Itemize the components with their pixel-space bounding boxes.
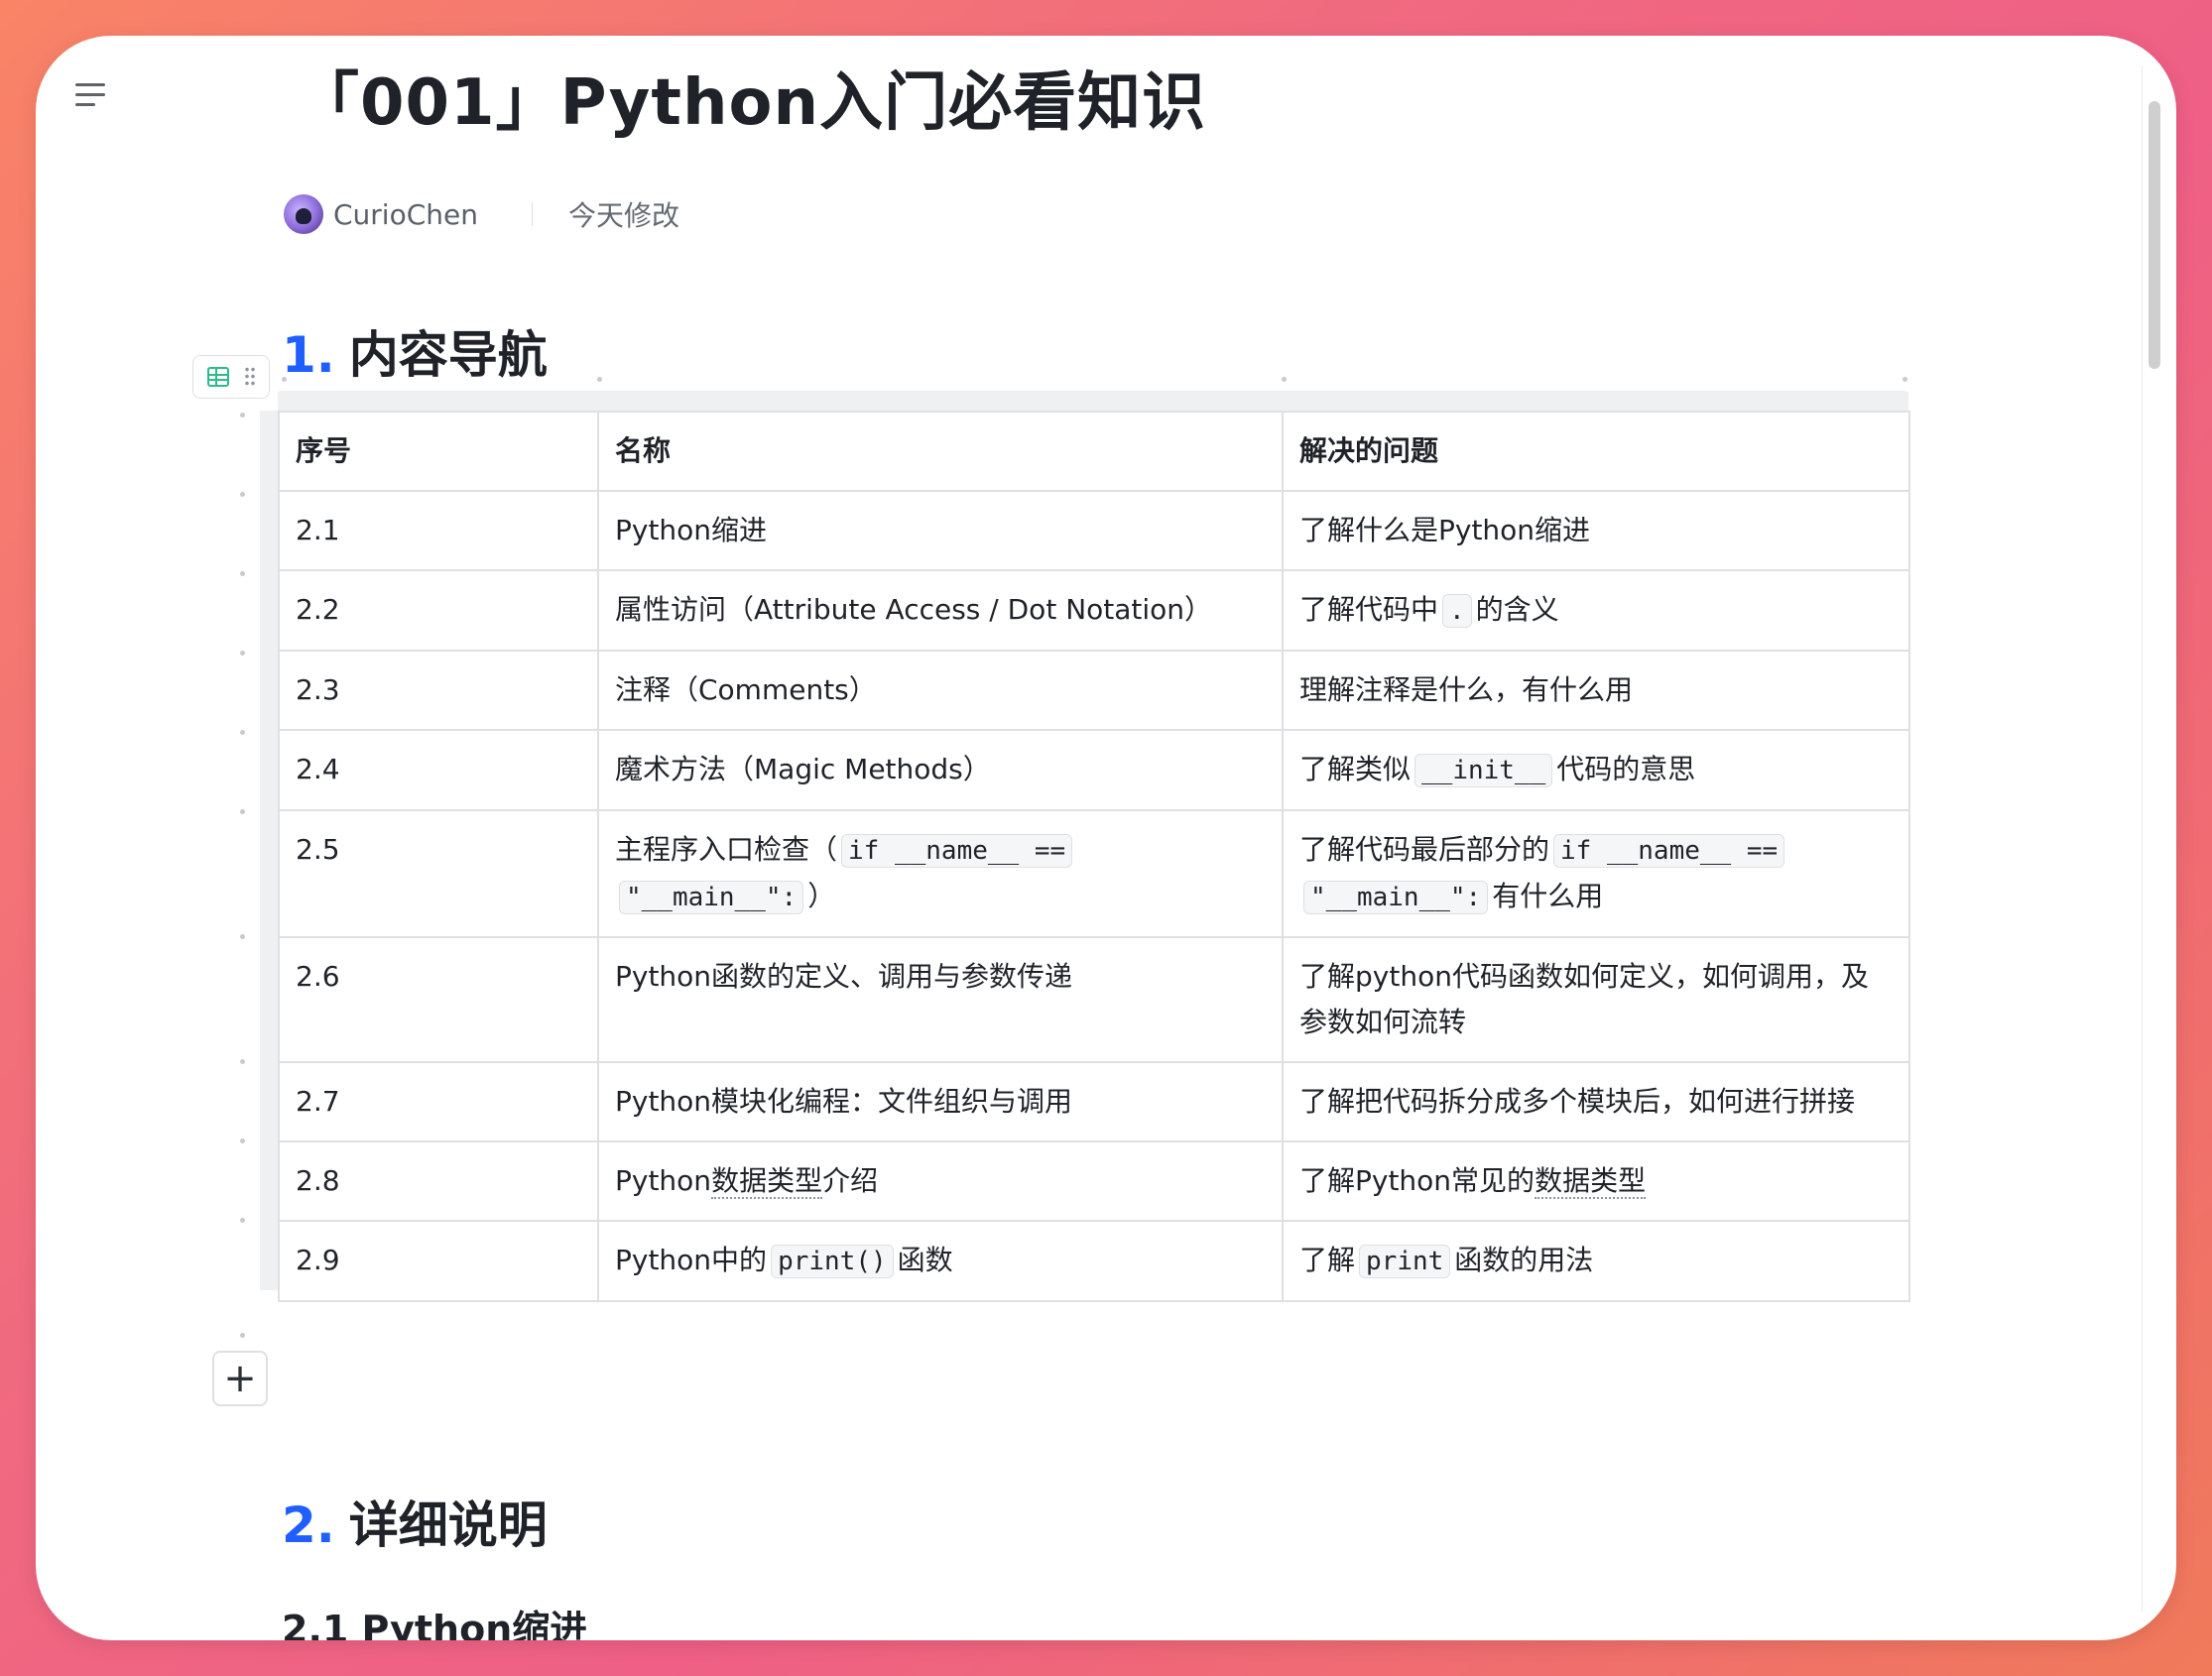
glossary-term[interactable]: 数据类型: [711, 1164, 823, 1199]
cell-problem[interactable]: 了解把代码拆分成多个模块后，如何进行拼接: [1282, 1061, 1910, 1142]
drag-handle-icon[interactable]: [243, 366, 256, 388]
inline-code: "__main__":: [1303, 881, 1489, 914]
text: Python中的: [615, 1244, 768, 1276]
section-title: 内容导航: [348, 326, 548, 384]
cell-problem[interactable]: 了解代码中. 的含义: [1282, 569, 1910, 652]
section-number: 1.: [282, 326, 335, 384]
text: 了解: [1299, 1244, 1356, 1276]
glossary-term[interactable]: 数据类型: [1535, 1164, 1647, 1199]
text: 了解Python常见的: [1299, 1164, 1536, 1197]
text: 了解代码最后部分的: [1299, 833, 1550, 866]
text: 了解类似: [1299, 753, 1412, 785]
cell-name[interactable]: Python模块化编程：文件组织与调用: [597, 1061, 1284, 1142]
table-header-row: 序号 名称 解决的问题: [278, 411, 1910, 492]
cell-problem[interactable]: 了解代码最后部分的 if __name__ == "__main__": 有什么用: [1282, 809, 1910, 938]
inline-code: print(): [771, 1245, 894, 1278]
table-block-handle[interactable]: [192, 355, 270, 399]
text: 函数: [897, 1244, 953, 1276]
inline-code: if __name__ ==: [841, 834, 1073, 868]
cell-id[interactable]: 2.2: [278, 569, 599, 652]
meta-divider: [532, 202, 533, 226]
header-cell-name[interactable]: 名称: [597, 411, 1284, 492]
cell-problem[interactable]: 了解类似 __init__ 代码的意思: [1282, 729, 1910, 811]
cell-id[interactable]: 2.5: [278, 809, 599, 938]
cell-problem[interactable]: 了解什么是Python缩进: [1282, 490, 1910, 571]
cell-problem[interactable]: 理解注释是什么，有什么用: [1282, 650, 1910, 731]
inline-code: print: [1359, 1245, 1451, 1278]
table-row: 2.7 Python模块化编程：文件组织与调用 了解把代码拆分成多个模块后，如何…: [278, 1061, 1910, 1142]
cell-problem[interactable]: 了解Python常见的数据类型: [1282, 1140, 1910, 1222]
section-heading-2[interactable]: 2. 详细说明: [282, 1486, 548, 1557]
cell-id[interactable]: 2.9: [278, 1220, 599, 1302]
inline-code: .: [1442, 594, 1472, 628]
inline-code: __init__: [1414, 754, 1553, 787]
menu-icon[interactable]: [71, 75, 111, 115]
add-block-button[interactable]: +: [212, 1351, 268, 1406]
inline-code: "__main__":: [619, 881, 804, 914]
text: 有什么用: [1492, 880, 1604, 912]
table-row: 2.6 Python函数的定义、调用与参数传递 了解python代码函数如何定义…: [278, 936, 1910, 1063]
modified-time: 今天修改: [568, 199, 680, 232]
scrollbar-thumb[interactable]: [2149, 101, 2160, 369]
plus-icon: +: [223, 1356, 257, 1401]
text: 的含义: [1475, 593, 1559, 626]
text: ）: [807, 880, 836, 912]
cell-id[interactable]: 2.4: [278, 729, 599, 811]
author-name[interactable]: CurioChen: [333, 198, 478, 231]
cell-name[interactable]: 注释（Comments）: [597, 650, 1284, 731]
section-title: 详细说明: [348, 1496, 548, 1554]
text: 代码的意思: [1556, 753, 1696, 785]
cell-id[interactable]: 2.7: [278, 1061, 599, 1142]
text: 主程序入口检查（: [615, 833, 838, 866]
navigation-table: 序号 名称 解决的问题 2.1 Python缩进 了解什么是Python缩进 2…: [260, 391, 1910, 1302]
cell-problem[interactable]: 了解python代码函数如何定义，如何调用，及参数如何流转: [1282, 936, 1910, 1063]
row-resize-dots: [240, 413, 246, 1338]
table-grid-icon: [206, 367, 229, 387]
text: Python: [615, 1164, 712, 1197]
cell-name[interactable]: 属性访问（Attribute Access / Dot Notation）: [597, 569, 1284, 652]
table-row: 2.5 主程序入口检查（ if __name__ == "__main__":） 了…: [278, 809, 1910, 938]
table-row: 2.8 Python数据类型介绍 了解Python常见的数据类型: [278, 1140, 1910, 1222]
cell-name[interactable]: Python缩进: [597, 490, 1284, 571]
header-cell-problem[interactable]: 解决的问题: [1282, 411, 1910, 492]
table-row: 2.9 Python中的 print() 函数 了解 print 函数的用法: [278, 1220, 1910, 1302]
section-number: 2.: [282, 1496, 335, 1554]
text: 了解代码中: [1299, 593, 1439, 626]
table-row: 2.2 属性访问（Attribute Access / Dot Notation…: [278, 569, 1910, 652]
cell-name[interactable]: 魔术方法（Magic Methods）: [597, 729, 1284, 811]
cell-name[interactable]: Python数据类型介绍: [597, 1140, 1284, 1222]
document-window: 「001」Python入门必看知识 CurioChen 今天修改 1.内容导航: [36, 36, 2176, 1640]
text: 函数的用法: [1454, 1244, 1594, 1276]
table-row: 2.4 魔术方法（Magic Methods） 了解类似 __init__ 代码的意…: [278, 729, 1910, 811]
cell-problem[interactable]: 了解 print 函数的用法: [1282, 1220, 1910, 1302]
cell-id[interactable]: 2.3: [278, 650, 599, 731]
header-cell-id[interactable]: 序号: [278, 411, 599, 492]
document-title[interactable]: 「001」Python入门必看知识: [296, 52, 1206, 143]
table-row-header-bar[interactable]: [260, 411, 278, 1290]
table-column-header-bar[interactable]: [278, 391, 1908, 411]
scrollbar[interactable]: [2142, 65, 2166, 1613]
cell-id[interactable]: 2.8: [278, 1140, 599, 1222]
cell-name[interactable]: Python中的 print() 函数: [597, 1220, 1284, 1302]
cell-name[interactable]: 主程序入口检查（ if __name__ == "__main__":）: [597, 809, 1284, 938]
text: 介绍: [822, 1164, 879, 1197]
cell-id[interactable]: 2.1: [278, 490, 599, 571]
avatar[interactable]: [284, 194, 323, 234]
section-heading-1[interactable]: 1. 内容导航: [282, 315, 548, 387]
cell-id[interactable]: 2.6: [278, 936, 599, 1063]
document-meta: CurioChen 今天修改: [284, 194, 679, 234]
table-row: 2.1 Python缩进 了解什么是Python缩进: [278, 490, 1910, 571]
cell-name[interactable]: Python函数的定义、调用与参数传递: [597, 936, 1284, 1063]
table-row: 2.3 注释（Comments） 理解注释是什么，有什么用: [278, 650, 1910, 731]
inline-code: if __name__ ==: [1553, 834, 1785, 868]
subheading[interactable]: 2.1 Python缩进: [282, 1599, 587, 1640]
